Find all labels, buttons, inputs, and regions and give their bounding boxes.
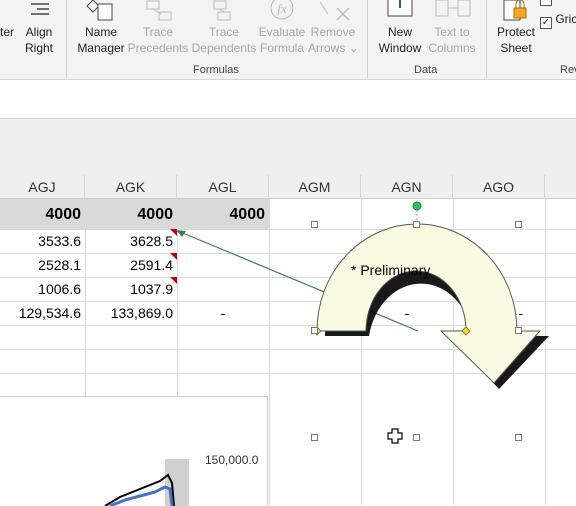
formula-bar[interactable] [0,81,576,119]
trace-precedents-icon [127,0,189,24]
remove-arrows-button[interactable]: Remove Arrows ⌄ [308,0,359,56]
resize-handle-ne[interactable] [515,221,522,228]
svg-text:fx: fx [277,1,287,16]
resize-handle-w[interactable] [311,327,318,334]
embedded-chart[interactable]: 150,000.0 [0,396,268,506]
resize-handle-se[interactable] [515,434,522,441]
lock-icon [492,0,540,24]
resize-handle-sw[interactable] [311,434,318,441]
cell-agk-1[interactable]: 4000 [85,203,177,227]
center-button[interactable]: ter [0,0,16,40]
cell-agj-1[interactable]: 4000 [0,203,85,227]
review-group-label: Rev [560,64,576,76]
new-window-button[interactable]: New Window [376,0,424,56]
column-header-ago[interactable]: AGO [453,175,545,199]
name-manager-button[interactable]: Name Manager [76,0,126,56]
align-right-button[interactable]: Align Right [20,0,58,56]
trace-precedents-button[interactable]: Trace Precedents [127,0,189,56]
cell-agn-5[interactable]: - [361,301,453,325]
chart-plot [104,459,189,506]
resize-handle-e[interactable] [515,327,522,334]
resize-handle-n[interactable] [413,221,420,228]
evaluate-formula-button[interactable]: fx Evaluate Formula [258,0,306,56]
shape-label: * Preliminary [351,262,431,278]
align-right-icon [20,0,58,24]
comment-indicator[interactable] [170,253,177,260]
name-manager-icon [76,0,126,24]
trace-dependents-button[interactable]: Trace Dependents [190,0,258,56]
center-label: ter [0,25,14,39]
comment-indicator[interactable] [170,229,177,236]
cell-agk-2[interactable]: 3628.5 [85,229,177,253]
cell-agj-2[interactable]: 3533.6 [0,229,85,253]
column-header-agl[interactable]: AGL [177,175,269,199]
new-window-icon [376,0,424,24]
remove-arrows-icon [308,0,358,24]
unchecked-checkbox[interactable] [540,0,552,6]
gridlines-label: Gric [555,12,576,26]
column-header-agn[interactable]: AGN [361,175,453,199]
cell-agk-5[interactable]: 133,869.0 [85,301,177,325]
frozen-rows-area [0,119,576,175]
formulas-group-label: Formulas [193,64,239,76]
cell-agk-4[interactable]: 1037.9 [85,277,177,301]
protect-sheet-button[interactable]: Protect Sheet [492,0,540,56]
data-group-label: Data [414,64,438,76]
cell-agj-5[interactable]: 129,534.6 [0,301,85,325]
column-headers: AGJ AGK AGL AGM AGN AGO [0,175,576,199]
text-to-columns-icon [426,0,478,24]
cell-agj-3[interactable]: 2528.1 [0,253,85,277]
column-header-agk[interactable]: AGK [85,175,177,199]
cell-ago-5[interactable]: - [453,301,545,325]
comment-indicator[interactable] [170,277,177,284]
checkbox-checked-icon: ✓ [540,17,552,29]
move-cursor-icon [387,428,403,444]
resize-handle-nw[interactable] [311,221,318,228]
cell-agl-5[interactable]: - [177,301,269,325]
cell-agj-4[interactable]: 1006.6 [0,277,85,301]
gridlines-checkbox[interactable]: ✓ Gric [540,12,576,29]
function-fx-icon: fx [258,0,306,24]
text-to-columns-button[interactable]: Text to Columns [426,0,478,56]
column-header-agj[interactable]: AGJ [0,175,85,199]
trace-dependents-icon [190,0,258,24]
column-header-agm[interactable]: AGM [269,175,361,199]
resize-handle-s[interactable] [413,434,420,441]
cell-agl-1[interactable]: 4000 [177,203,269,227]
cell-agk-3[interactable]: 2591.4 [85,253,177,277]
ribbon: ter Align Right Name Manager Trace Prece… [0,0,576,80]
